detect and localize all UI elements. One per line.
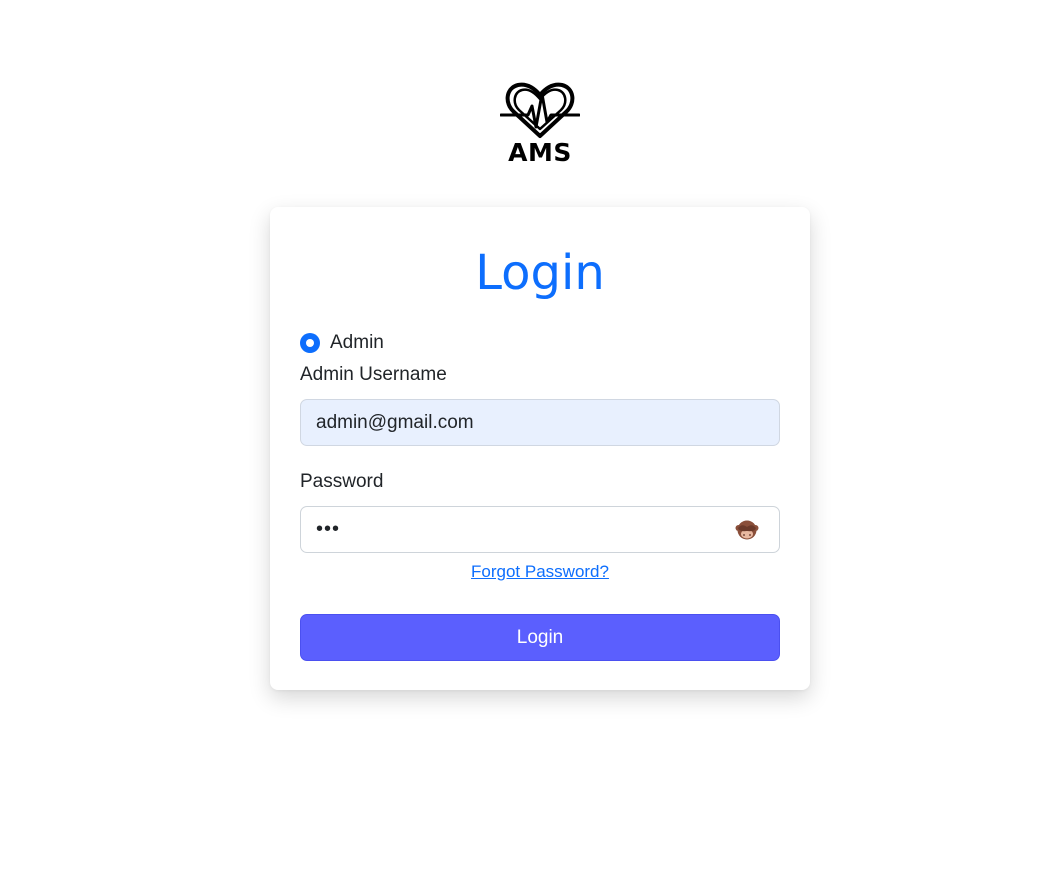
page-title: Login — [475, 245, 605, 301]
brand-name: AMS — [508, 138, 572, 167]
see-no-evil-monkey-icon[interactable] — [735, 519, 759, 541]
role-option-admin[interactable]: Admin — [300, 331, 780, 355]
forgot-password-row: Forgot Password? — [300, 562, 780, 584]
login-card: Login Admin Admin Username admin@gmail.c… — [270, 207, 810, 690]
forgot-password-link[interactable]: Forgot Password? — [471, 562, 609, 581]
admin-radio-label: Admin — [330, 332, 384, 353]
username-input[interactable]: admin@gmail.com — [300, 399, 780, 446]
heart-pulse-icon — [500, 82, 580, 138]
username-value: admin@gmail.com — [316, 411, 474, 433]
password-input[interactable]: ••• — [300, 506, 780, 553]
admin-radio[interactable] — [300, 333, 320, 353]
brand-logo: AMS — [0, 82, 1057, 168]
login-button[interactable]: Login — [300, 614, 780, 661]
username-label: Admin Username — [300, 364, 447, 385]
password-value: ••• — [316, 518, 341, 540]
password-label: Password — [300, 471, 384, 492]
login-page: AMS Login Admin Admin Username admin@gma… — [0, 0, 1057, 875]
